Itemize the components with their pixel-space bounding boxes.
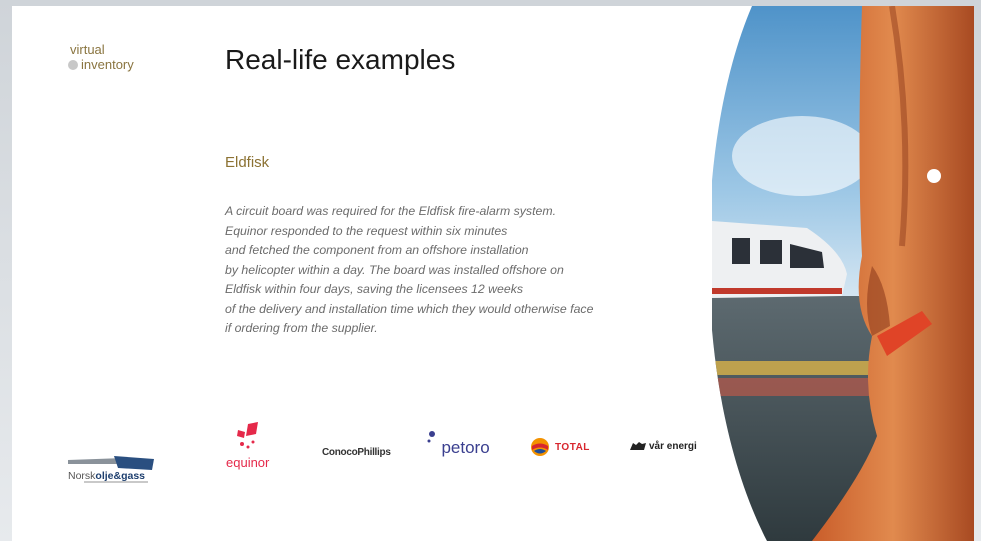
- var-energi-logo: vår energi: [630, 440, 697, 452]
- petoro-wordmark: petoro: [441, 438, 490, 457]
- body-line: and fetched the component from an offsho…: [225, 243, 529, 257]
- body-text: A circuit board was required for the Eld…: [225, 202, 695, 339]
- brand-line-1: virtual: [70, 42, 105, 57]
- var-energi-animal-icon: [630, 442, 646, 450]
- equinor-star-icon: [237, 422, 258, 449]
- conocophillips-logo: ConocoPhillips: [322, 442, 391, 460]
- brand-dot-icon: [68, 59, 78, 70]
- body-line: of the delivery and installation time wh…: [225, 301, 594, 316]
- slide: virtual inventory Real-life examples Eld…: [12, 6, 974, 541]
- offshore-helideck-photo: [712, 6, 974, 541]
- brand-line-2: inventory: [81, 57, 134, 72]
- virtual-inventory-logo: virtual inventory: [68, 42, 134, 72]
- norsk-olje-gass-graphic-icon: [68, 456, 154, 470]
- body-line: A circuit board was required for the Eld…: [225, 204, 556, 218]
- body-line: Equinor responded to the request within …: [225, 223, 508, 238]
- body-line: Eldfisk within four days, saving the lic…: [225, 282, 524, 296]
- equinor-logo: equinor: [226, 422, 269, 470]
- body-line: if ordering from the supplier.: [225, 321, 378, 335]
- total-wordmark: TOTAL: [555, 441, 590, 453]
- slide-title: Real-life examples: [225, 44, 456, 75]
- body-line: by helicopter within a day. The board wa…: [225, 262, 564, 277]
- equinor-wordmark: equinor: [226, 455, 270, 470]
- norsk-tagline-bar: [84, 481, 148, 483]
- petoro-logo: petoro: [427, 430, 490, 457]
- var-energi-wordmark: vår energi: [649, 440, 697, 452]
- total-logo: TOTAL: [530, 437, 590, 457]
- slide-subtitle: Eldfisk: [225, 154, 270, 171]
- total-globe-icon: [531, 438, 549, 456]
- conocophillips-wordmark: ConocoPhillips: [322, 447, 391, 458]
- petoro-dot-icon: [427, 431, 435, 443]
